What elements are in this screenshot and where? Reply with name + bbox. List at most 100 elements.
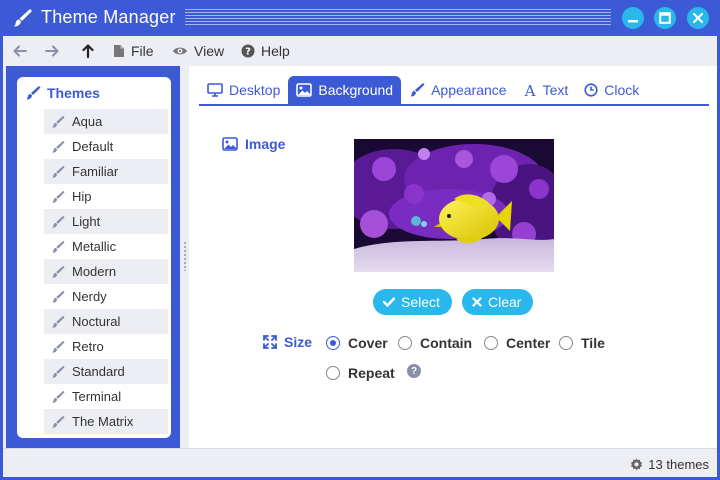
brush-icon (44, 315, 72, 329)
grip-dots (183, 241, 187, 271)
tab-clock[interactable]: Clock (576, 76, 647, 104)
theme-name: Light (72, 214, 101, 229)
theme-name: Aqua (72, 114, 103, 129)
brush-icon (44, 265, 72, 279)
view-menu[interactable]: View (172, 43, 224, 59)
file-menu[interactable]: File (113, 43, 154, 59)
theme-list-item[interactable]: Terminal (44, 384, 168, 409)
brush-app-icon (11, 7, 33, 29)
theme-list-item[interactable]: Modern (44, 259, 168, 284)
splitter-handle[interactable] (180, 66, 189, 448)
theme-list-item[interactable]: Standard (44, 359, 168, 384)
theme-list-item[interactable]: Retro (44, 334, 168, 359)
brush-icon (44, 365, 72, 379)
clear-button[interactable]: Clear (462, 289, 534, 315)
maximize-button[interactable] (654, 7, 676, 29)
radio-unselected (484, 336, 498, 350)
back-arrow-icon[interactable] (11, 42, 29, 60)
theme-name: Default (72, 139, 114, 154)
theme-name: Nerdy (72, 289, 107, 304)
help-menu-label: Help (261, 43, 290, 59)
theme-name: Modern (72, 264, 117, 279)
themes-heading-label: Themes (47, 85, 100, 101)
select-button-label: Select (401, 294, 440, 310)
size-option-repeat[interactable]: Repeat (326, 365, 395, 381)
tab-text-label: Text (542, 82, 569, 98)
brush-icon (44, 340, 72, 354)
maximize-icon (659, 12, 671, 24)
file-menu-label: File (131, 43, 154, 59)
size-option-contain[interactable]: Contain (398, 335, 472, 351)
title-bar-stripes (185, 9, 611, 27)
themes-heading: Themes (25, 85, 100, 101)
theme-list-item[interactable]: Aqua (44, 109, 168, 134)
tab-background-label: Background (318, 82, 394, 98)
size-option-cover-label: Cover (348, 335, 388, 351)
expand-icon (263, 335, 277, 349)
monitor-icon (207, 83, 223, 97)
check-icon (383, 297, 395, 307)
size-option-center[interactable]: Center (484, 335, 550, 351)
svg-text:?: ? (245, 47, 251, 58)
size-option-cover[interactable]: Cover (326, 335, 388, 351)
brush-icon (44, 215, 72, 229)
minimize-icon (628, 20, 638, 23)
tab-desktop-label: Desktop (229, 82, 281, 98)
brush-icon (44, 115, 72, 129)
radio-selected (326, 336, 340, 350)
clock-icon (584, 83, 598, 97)
theme-name: Retro (72, 339, 104, 354)
theme-list-item[interactable]: Nerdy (44, 284, 168, 309)
brush-icon (44, 415, 72, 429)
title-bar[interactable]: Theme Manager (3, 0, 720, 36)
svg-text:A: A (523, 83, 535, 97)
select-button[interactable]: Select (373, 289, 452, 315)
question-help-icon[interactable]: ? (407, 364, 421, 378)
forward-arrow-icon[interactable] (43, 42, 61, 60)
size-field-label: Size (263, 334, 312, 350)
size-option-repeat-label: Repeat (348, 365, 395, 381)
theme-name: Hip (72, 189, 92, 204)
clear-button-label: Clear (488, 294, 522, 310)
gear-icon (630, 458, 643, 471)
tab-text[interactable]: A Text (515, 76, 577, 104)
radio-unselected (398, 336, 412, 350)
theme-count-status: 13 themes (630, 457, 709, 472)
help-menu[interactable]: ? Help (241, 43, 290, 59)
main-panel: Desktop Background Appearance A Text Clo… (189, 66, 717, 448)
brush-icon (25, 85, 41, 101)
size-option-center-label: Center (506, 335, 551, 351)
tab-clock-label: Clock (604, 82, 640, 98)
size-label-text: Size (284, 334, 313, 350)
close-button[interactable] (687, 7, 709, 29)
status-bar: 13 themes (3, 448, 717, 477)
theme-list-item[interactable]: Metallic (44, 234, 168, 259)
theme-name: Familiar (72, 164, 119, 179)
theme-list-item[interactable]: The Matrix (44, 409, 168, 434)
brush-icon (44, 390, 72, 404)
size-option-tile-label: Tile (581, 335, 605, 351)
theme-list-item[interactable]: Noctural (44, 309, 168, 334)
minimize-button[interactable] (622, 7, 644, 29)
tab-appearance[interactable]: Appearance (401, 76, 515, 104)
theme-list-item[interactable]: Familiar (44, 159, 168, 184)
image-icon (222, 137, 238, 151)
brush-icon (44, 240, 72, 254)
theme-list-item[interactable]: Light (44, 209, 168, 234)
radio-unselected (326, 366, 340, 380)
tab-desktop[interactable]: Desktop (199, 76, 288, 104)
theme-list-item[interactable]: Default (44, 134, 168, 159)
menu-bar: File View ? Help (3, 36, 717, 66)
view-menu-label: View (194, 43, 225, 59)
theme-name: The Matrix (72, 414, 134, 429)
theme-list-item[interactable]: Hip (44, 184, 168, 209)
tab-bar: Desktop Background Appearance A Text Clo… (199, 76, 647, 104)
help-icon: ? (241, 44, 255, 58)
themes-panel: Themes Aqua Default Familiar Hip Light Metall… (17, 77, 171, 438)
file-icon (113, 44, 125, 58)
background-preview-image (354, 139, 554, 272)
tab-background[interactable]: Background (288, 76, 402, 104)
size-option-tile[interactable]: Tile (559, 335, 605, 351)
up-arrow-icon[interactable] (79, 42, 97, 60)
eye-icon (172, 45, 188, 57)
